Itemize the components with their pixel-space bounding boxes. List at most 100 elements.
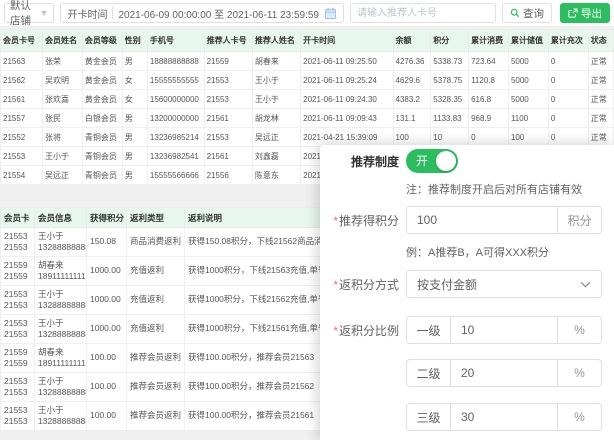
table-cell: 0 [548,90,588,109]
table-cell: 2021-04-21 15:39:09 [301,128,393,147]
column-header: 会员姓名 [42,30,82,52]
table-cell: 2021-06-11 09:25:24 [301,71,393,90]
type-cell: 充值返利 [127,286,185,315]
table-cell: 女 [122,71,147,90]
level1-ratio-input[interactable] [451,317,557,343]
table-cell: 5000 [508,52,548,71]
card-cell: 2155321553 [1,373,35,402]
level2-input-group: 二级 % [406,359,602,387]
chevron-down-icon: ▼ [40,8,49,18]
member-info-cell: 王小于13288888888 [35,286,87,315]
rebate-method-value: 按支付金额 [417,276,477,293]
level3-prefix: 三级 [407,404,451,430]
export-button[interactable]: 导出 [560,3,610,23]
referral-points-input[interactable] [407,207,557,233]
calendar-icon [324,7,337,20]
table-cell: 张民 [42,109,82,128]
points-cell: 100.00 [87,344,127,373]
table-cell: 0 [548,128,588,147]
points-cell: 1000.00 [87,286,127,315]
table-cell: 21563 [1,52,43,71]
table-cell: 4383.2 [393,90,431,109]
column-header: 推荐人卡号 [204,30,252,52]
table-cell: 女 [122,90,147,109]
table-cell: 5338.73 [431,52,469,71]
table-cell: 21561 [1,90,43,109]
table-cell: 15555566666 [147,166,204,185]
store-select-value: 默认店铺 [10,0,40,28]
table-cell: 21554 [1,166,43,185]
table-cell: 男 [122,147,147,166]
toolbar: 默认店铺 ▼ 开卡时间 2021-06-09 00:00:00 至 2021-0… [0,0,614,26]
date-range-picker[interactable]: 开卡时间 2021-06-09 00:00:00 至 2021-06-11 23… [60,3,344,23]
referral-system-toggle[interactable]: 开 [406,149,458,173]
table-cell: 21561 [204,109,252,128]
table-cell: 0 [548,71,588,90]
table-cell: 21556 [204,166,252,185]
toggle-knob [436,151,456,171]
table-cell: 100 [393,128,431,147]
table-cell: 黄金会员 [82,71,122,90]
points-cell: 1000.00 [87,257,127,286]
table-row[interactable]: 21562吴欢明黄金会员女1555555555521553王小于2021-06-… [1,71,614,90]
date-range-value: 2021-06-09 00:00:00 至 2021-06-11 23:59:5… [118,6,319,21]
type-cell: 推荐会员返利 [127,373,185,402]
type-cell: 推荐会员返利 [127,402,185,431]
table-cell: 2021-06-11 09:24:30 [301,90,393,109]
store-select[interactable]: 默认店铺 ▼ [4,3,54,23]
table-cell: 4276.36 [393,52,431,71]
column-header: 返利类型 [127,208,185,228]
percent-suffix: % [557,360,601,386]
table-cell: 黄金会员 [82,52,122,71]
referral-example-text: 例：A推荐B，A可得XXX积分 [406,244,606,260]
table-cell: 2021-06-11 09:09:43 [301,109,393,128]
screen: 默认店铺 ▼ 开卡时间 2021-06-09 00:00:00 至 2021-0… [0,0,614,440]
search-button[interactable]: 查询 [502,3,552,23]
column-header: 推荐人姓名 [252,30,300,52]
table-cell: 男 [122,128,147,147]
table-row[interactable]: 21552张将青铜会员男1323698521421553吴远正2021-04-2… [1,128,614,147]
card-cell: 2155921559 [1,344,35,373]
table-cell: 18888888888 [147,52,204,71]
rebate-method-select[interactable]: 按支付金额 [406,270,602,298]
table-cell: 5328.35 [431,90,469,109]
table-row[interactable]: 21557张民白银会员男1320000000021561胡龙林2021-06-1… [1,109,614,128]
table-cell: 131.1 [393,109,431,128]
points-cell: 150.08 [87,228,127,257]
table-cell: 0 [469,128,509,147]
rebate-ratio-label: *返积分比例 [320,322,406,339]
rebate-ratio-level1-row: *返积分比例 一级 % [320,316,606,344]
referrer-card-input[interactable] [350,3,496,23]
column-header: 手机号 [147,30,204,52]
export-icon [568,8,578,18]
table-cell: 吴远正 [42,166,82,185]
table-cell: 1120.8 [469,71,509,90]
date-range-label: 开卡时间 [67,6,107,21]
table-cell: 白银会员 [82,109,122,128]
table-cell: 张欢喜 [42,90,82,109]
table-cell: 1133.83 [431,109,469,128]
referral-system-label: 推荐制度 [320,153,406,170]
points-cell: 1000.00 [87,315,127,344]
table-cell: 黄金会员 [82,90,122,109]
rebate-ratio-level3-row: 三级 % [320,403,606,431]
table-row[interactable]: 21561张欢喜黄金会员女1560000000021553王小于2021-06-… [1,90,614,109]
level1-input-group: 一级 % [406,316,602,344]
table-cell: 21561 [204,147,252,166]
table-cell: 正常 [588,109,613,128]
table-cell: 5378.75 [431,71,469,90]
chevron-down-icon [580,281,591,288]
column-header: 开卡时间 [301,30,393,52]
table-cell: 10 [431,128,469,147]
required-asterisk: * [333,324,338,338]
level3-ratio-input[interactable] [451,404,557,430]
member-info-cell: 王小于13288888888 [35,402,87,431]
level3-input-group: 三级 % [406,403,602,431]
table-cell: 21553 [204,128,252,147]
members-table-header-row: 会员卡号会员姓名会员等级性别手机号推荐人卡号推荐人姓名开卡时间余额积分累计消费累… [1,30,614,52]
table-row[interactable]: 21563张荣黄金会员男1888888888821559胡春来2021-06-1… [1,52,614,71]
level2-ratio-input[interactable] [451,360,557,386]
table-cell: 刘鑫磊 [252,147,300,166]
table-cell: 100 [508,128,548,147]
referral-points-label: *推荐得积分 [320,212,406,229]
